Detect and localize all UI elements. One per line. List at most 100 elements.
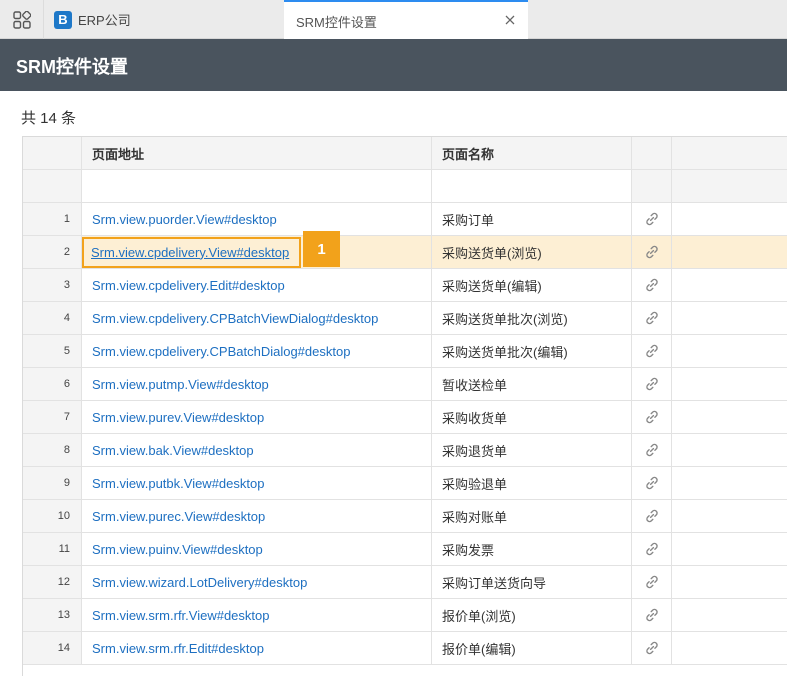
grid-filter-row <box>23 170 787 203</box>
page-url-link[interactable]: Srm.view.puinv.View#desktop <box>92 542 263 557</box>
name-filter-input[interactable] <box>432 170 632 202</box>
table-row[interactable]: 12 Srm.view.wizard.LotDelivery#desktop 采购订… <box>23 566 787 599</box>
link-icon[interactable] <box>644 508 660 524</box>
table-row[interactable]: 14 Srm.view.srm.rfr.Edit#desktop 报价单(编辑) <box>23 632 787 665</box>
name-cell: 报价单(浏览) <box>432 599 632 631</box>
name-cell: 暂收送检单 <box>432 368 632 400</box>
row-number: 8 <box>23 434 82 466</box>
table-row[interactable]: 3 Srm.view.cpdelivery.Edit#desktop 采购送货单(编… <box>23 269 787 302</box>
page-url-link[interactable]: Srm.view.purec.View#desktop <box>92 509 265 524</box>
url-cell: Srm.view.srm.rfr.Edit#desktop <box>82 632 432 664</box>
page-url-link[interactable]: Srm.view.cpdelivery.CPBatchViewDialog#de… <box>92 311 378 326</box>
url-filter-input[interactable] <box>82 170 432 202</box>
page-url-link[interactable]: Srm.view.cpdelivery.View#desktop <box>81 236 302 268</box>
row-number: 10 <box>23 500 82 532</box>
page-url-link[interactable]: Srm.view.cpdelivery.CPBatchDialog#deskto… <box>92 344 350 359</box>
tab-erp[interactable]: B ERP公司 <box>44 0 284 39</box>
link-icon[interactable] <box>644 277 660 293</box>
action-cell <box>632 335 672 367</box>
page-name: 采购对账单 <box>442 509 508 525</box>
link-icon[interactable] <box>644 475 660 491</box>
name-cell: 采购送货单(浏览) <box>432 236 632 268</box>
page-name: 采购送货单(编辑) <box>442 278 542 294</box>
table-row[interactable]: 1 Srm.view.puorder.View#desktop 采购订单 <box>23 203 787 236</box>
action-cell <box>632 401 672 433</box>
page-url-link[interactable]: Srm.view.putbk.View#desktop <box>92 476 264 491</box>
action-cell <box>632 467 672 499</box>
row-filler <box>672 434 787 466</box>
page-name: 采购送货单批次(编辑) <box>442 344 568 360</box>
name-cell: 采购送货单(编辑) <box>432 269 632 301</box>
annotation-badge: 1 <box>303 231 340 267</box>
url-cell: Srm.view.srm.rfr.View#desktop <box>82 599 432 631</box>
name-cell: 采购订单送货向导 <box>432 566 632 598</box>
action-cell <box>632 269 672 301</box>
page-url-link[interactable]: Srm.view.putmp.View#desktop <box>92 377 269 392</box>
action-cell <box>632 302 672 334</box>
link-icon[interactable] <box>644 574 660 590</box>
link-icon[interactable] <box>644 640 660 656</box>
table-row[interactable]: 5 Srm.view.cpdelivery.CPBatchDialog#deskt… <box>23 335 787 368</box>
table-row[interactable]: 7 Srm.view.purev.View#desktop 采购收货单 <box>23 401 787 434</box>
link-icon[interactable] <box>644 310 660 326</box>
tab-srm-settings[interactable]: SRM控件设置 <box>284 0 528 40</box>
link-icon[interactable] <box>644 211 660 227</box>
page-url-link[interactable]: Srm.view.cpdelivery.Edit#desktop <box>92 278 285 293</box>
page-url-link[interactable]: Srm.view.puorder.View#desktop <box>92 212 277 227</box>
page-url-link[interactable]: Srm.view.srm.rfr.View#desktop <box>92 608 269 623</box>
page-url-link[interactable]: Srm.view.purev.View#desktop <box>92 410 264 425</box>
row-number: 4 <box>23 302 82 334</box>
row-number: 14 <box>23 632 82 664</box>
row-filler <box>672 632 787 664</box>
row-number: 2 <box>23 236 82 268</box>
link-icon[interactable] <box>644 244 660 260</box>
page-name: 报价单(浏览) <box>442 608 516 624</box>
page-name: 采购订单 <box>442 212 495 228</box>
table-row[interactable]: 4 Srm.view.cpdelivery.CPBatchViewDialog#d… <box>23 302 787 335</box>
row-filler <box>672 203 787 235</box>
url-cell: Srm.view.wizard.LotDelivery#desktop <box>82 566 432 598</box>
link-icon[interactable] <box>644 607 660 623</box>
link-icon[interactable] <box>644 409 660 425</box>
page-url-link[interactable]: Srm.view.srm.rfr.Edit#desktop <box>92 641 264 656</box>
name-cell: 采购送货单批次(浏览) <box>432 302 632 334</box>
link-icon[interactable] <box>644 541 660 557</box>
row-filler <box>672 599 787 631</box>
table-row[interactable]: 9 Srm.view.putbk.View#desktop 采购验退单 <box>23 467 787 500</box>
action-cell <box>632 566 672 598</box>
apps-menu-button[interactable] <box>0 0 44 39</box>
name-cell: 报价单(编辑) <box>432 632 632 664</box>
table-row[interactable]: 13 Srm.view.srm.rfr.View#desktop 报价单(浏览) <box>23 599 787 632</box>
page-url-link[interactable]: Srm.view.wizard.LotDelivery#desktop <box>92 575 307 590</box>
row-filler <box>672 368 787 400</box>
name-cell: 采购订单 <box>432 203 632 235</box>
column-header-name[interactable]: 页面名称 <box>432 137 632 169</box>
url-cell: Srm.view.cpdelivery.Edit#desktop <box>82 269 432 301</box>
tab-close-button[interactable] <box>502 12 518 28</box>
url-cell: Srm.view.putbk.View#desktop <box>82 467 432 499</box>
row-number: 1 <box>23 203 82 235</box>
column-header-url[interactable]: 页面地址 <box>82 137 432 169</box>
table-row[interactable]: 6 Srm.view.putmp.View#desktop 暂收送检单 <box>23 368 787 401</box>
column-header-filler <box>672 137 787 169</box>
row-filler <box>672 566 787 598</box>
action-cell <box>632 368 672 400</box>
row-number: 6 <box>23 368 82 400</box>
filter-action-cell <box>632 170 672 202</box>
page-name: 报价单(编辑) <box>442 641 516 657</box>
data-grid: 页面地址 页面名称 1 Srm.view.puorder.View#desktop… <box>22 136 787 676</box>
table-row[interactable]: 8 Srm.view.bak.View#desktop 采购退货单 <box>23 434 787 467</box>
table-row[interactable]: 2 Srm.view.cpdelivery.View#desktop 采购送货单(浏… <box>23 236 787 269</box>
url-cell: Srm.view.cpdelivery.View#desktop <box>81 236 432 268</box>
link-icon[interactable] <box>644 376 660 392</box>
page-url-link[interactable]: Srm.view.bak.View#desktop <box>92 443 254 458</box>
row-filler <box>672 335 787 367</box>
action-cell <box>632 203 672 235</box>
link-icon[interactable] <box>644 442 660 458</box>
row-number: 12 <box>23 566 82 598</box>
page-name: 采购发票 <box>442 542 495 558</box>
link-icon[interactable] <box>644 343 660 359</box>
row-number: 11 <box>23 533 82 565</box>
table-row[interactable]: 11 Srm.view.puinv.View#desktop 采购发票 <box>23 533 787 566</box>
table-row[interactable]: 10 Srm.view.purec.View#desktop 采购对账单 <box>23 500 787 533</box>
